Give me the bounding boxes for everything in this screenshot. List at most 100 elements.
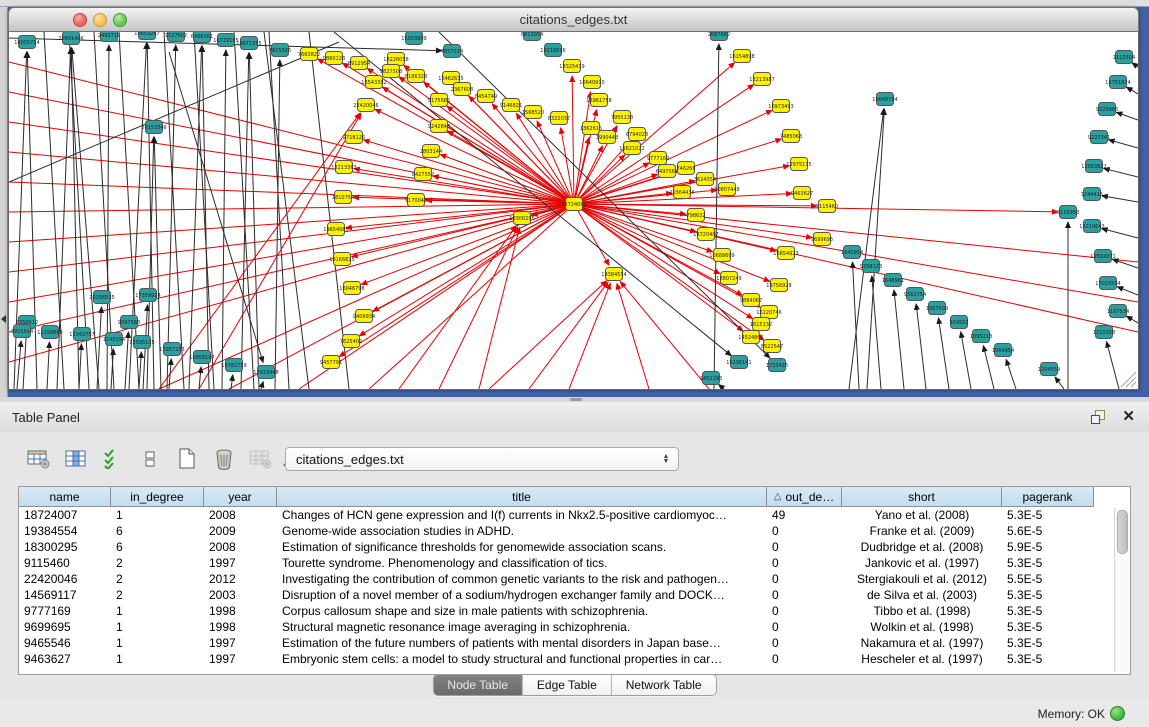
table-cell[interactable]: Tibbo et al. (1998) xyxy=(842,603,1002,619)
graph-node[interactable]: 8912954 xyxy=(348,57,370,70)
graph-node[interactable]: 12342757 xyxy=(69,328,94,341)
graph-node[interactable]: 19384554 xyxy=(601,268,626,281)
tab-edge-table[interactable]: Edge Table xyxy=(522,675,611,695)
graph-node[interactable]: 18226058 xyxy=(383,53,408,66)
table-cell[interactable]: 0 xyxy=(767,603,842,619)
graph-node[interactable]: 7815526 xyxy=(269,44,291,57)
graph-node[interactable]: 12505135 xyxy=(129,336,154,349)
graph-node[interactable]: 19592071 xyxy=(1090,250,1115,263)
graph-node[interactable]: 2367608 xyxy=(451,83,473,96)
graph-node[interactable]: 10958107 xyxy=(189,351,214,364)
table-cell[interactable]: Structural magnetic resonance image aver… xyxy=(277,619,767,635)
table-cell[interactable]: 18724007 xyxy=(19,507,111,523)
graph-node[interactable]: 14055714 xyxy=(14,36,39,49)
select-all-icon[interactable] xyxy=(100,447,126,471)
graph-node[interactable]: 9115460 xyxy=(816,200,838,213)
graph-node[interactable]: 9860128 xyxy=(323,52,345,65)
graph-node[interactable]: 9463627 xyxy=(791,187,813,200)
table-cell[interactable]: Franke et al. (2009) xyxy=(842,523,1002,539)
table-cell[interactable]: 0 xyxy=(767,587,842,603)
graph-node[interactable]: 9457791 xyxy=(320,356,342,369)
table-row[interactable]: 946554611997Estimation of the future num… xyxy=(19,635,1130,651)
table-row[interactable]: 1938455462009Genome-wide association stu… xyxy=(19,523,1130,539)
table-cell[interactable]: 22420046 xyxy=(19,571,111,587)
table-cell[interactable]: 0 xyxy=(767,539,842,555)
column-header-name[interactable]: name xyxy=(19,487,111,507)
graph-node[interactable]: 7625402 xyxy=(340,335,362,348)
graph-node[interactable]: 16654923 xyxy=(773,247,798,260)
column-header-in_degree[interactable]: in_degree xyxy=(111,487,204,507)
graph-node[interactable]: 19671355 xyxy=(236,37,261,50)
vertical-scrollbar[interactable] xyxy=(1114,508,1129,672)
graph-node[interactable]: 9115958 xyxy=(1057,206,1079,219)
table-cell[interactable]: 5.5E-5 xyxy=(1002,571,1094,587)
graph-node[interactable]: 8454749 xyxy=(475,90,497,103)
graph-node[interactable]: 9242848 xyxy=(428,120,450,133)
table-cell[interactable]: 5.9E-5 xyxy=(1002,539,1094,555)
table-cell[interactable]: Yano et al. (2008) xyxy=(842,507,1002,523)
graph-node[interactable]: 8427552 xyxy=(412,168,434,181)
graph-node[interactable]: 9827508 xyxy=(380,65,402,78)
table-cell[interactable]: 5.3E-5 xyxy=(1002,587,1094,603)
divider-grip-icon[interactable] xyxy=(570,398,582,401)
graph-node[interactable]: 798632 xyxy=(686,209,705,222)
graph-node[interactable]: 9777169 xyxy=(647,152,669,165)
graph-node[interactable]: 19756928 xyxy=(766,279,791,292)
graph-node[interactable]: 9409934 xyxy=(353,310,375,323)
graph-node[interactable]: 1204559 xyxy=(1038,363,1060,376)
graph-node[interactable]: 6794028 xyxy=(626,128,648,141)
table-cell[interactable]: 19384554 xyxy=(19,523,111,539)
table-cell[interactable]: 1997 xyxy=(204,651,277,667)
graph-node[interactable]: 10973493 xyxy=(768,100,793,113)
graph-node[interactable]: 1648961 xyxy=(882,274,904,287)
import-table-icon[interactable] xyxy=(248,447,274,471)
graph-node[interactable]: 16033809 xyxy=(401,32,426,45)
graph-node[interactable]: 16782759 xyxy=(221,359,246,372)
graph-node[interactable]: 6497568 xyxy=(656,165,678,178)
table-row[interactable]: 1830029562008Estimation of significance … xyxy=(19,539,1130,555)
table-cell[interactable]: 9777169 xyxy=(19,603,111,619)
table-cell[interactable]: 6 xyxy=(111,539,204,555)
table-cell[interactable]: 2 xyxy=(111,587,204,603)
window-titlebar[interactable]: citations_edges.txt xyxy=(8,7,1139,32)
table-cell[interactable]: Genome-wide association studies in ADHD. xyxy=(277,523,767,539)
graph-node[interactable]: 2803144 xyxy=(420,145,442,158)
table-cell[interactable]: 9465546 xyxy=(19,635,111,651)
graph-node[interactable]: 15136141 xyxy=(726,356,751,369)
table-cell[interactable]: 5.3E-5 xyxy=(1002,555,1094,571)
graph-node[interactable]: 1112504 xyxy=(1113,51,1135,64)
citation-network-graph[interactable]: 1872400718300295193845547663822986012889… xyxy=(9,32,1138,389)
table-cell[interactable]: 0 xyxy=(767,555,842,571)
graph-node[interactable]: 8186328 xyxy=(405,70,427,83)
float-window-icon[interactable] xyxy=(1091,410,1105,424)
graph-node[interactable]: 12975115 xyxy=(786,158,811,171)
table-cell[interactable]: 2008 xyxy=(204,539,277,555)
table-cell[interactable]: Dudbridge et al. (2008) xyxy=(842,539,1002,555)
graph-node[interactable]: 16046798 xyxy=(339,282,364,295)
create-column-icon[interactable] xyxy=(174,447,200,471)
table-cell[interactable]: 14569117 xyxy=(19,587,111,603)
table-cell[interactable]: Hescheler et al. (1997) xyxy=(842,651,1002,667)
table-row[interactable]: 946362711997Embryonic stem cells: a mode… xyxy=(19,651,1130,667)
graph-node[interactable]: 9884067 xyxy=(740,294,762,307)
table-cell[interactable]: 5.3E-5 xyxy=(1002,507,1094,523)
graph-node[interactable]: 1167534 xyxy=(1107,305,1129,318)
graph-node[interactable]: 9358123 xyxy=(860,260,882,273)
graph-node[interactable]: 16648784 xyxy=(872,93,897,106)
graph-node[interactable]: 8813054 xyxy=(521,32,543,41)
table-row[interactable]: 969969511998Structural magnetic resonanc… xyxy=(19,619,1130,635)
table-cell[interactable]: 49 xyxy=(767,507,842,523)
tab-network-table[interactable]: Network Table xyxy=(611,675,716,695)
graph-node[interactable]: 12093822 xyxy=(1081,160,1106,173)
graph-node[interactable]: 746266 xyxy=(676,162,695,175)
graph-node[interactable]: 16154808 xyxy=(729,50,754,63)
table-cell[interactable]: Estimation of significance thresholds fo… xyxy=(277,539,767,555)
graph-node[interactable]: 18720407 xyxy=(693,228,718,241)
table-cell[interactable]: Tourette syndrome. Phenomenology and cla… xyxy=(277,555,767,571)
graph-node[interactable]: 1990448 xyxy=(596,131,618,144)
column-header-short[interactable]: short xyxy=(842,487,1002,507)
table-cell[interactable]: Investigating the contribution of common… xyxy=(277,571,767,587)
graph-node[interactable]: 1568520 xyxy=(522,106,544,119)
graph-node[interactable]: 22420046 xyxy=(353,99,378,112)
graph-node[interactable]: 8322037 xyxy=(548,112,570,125)
